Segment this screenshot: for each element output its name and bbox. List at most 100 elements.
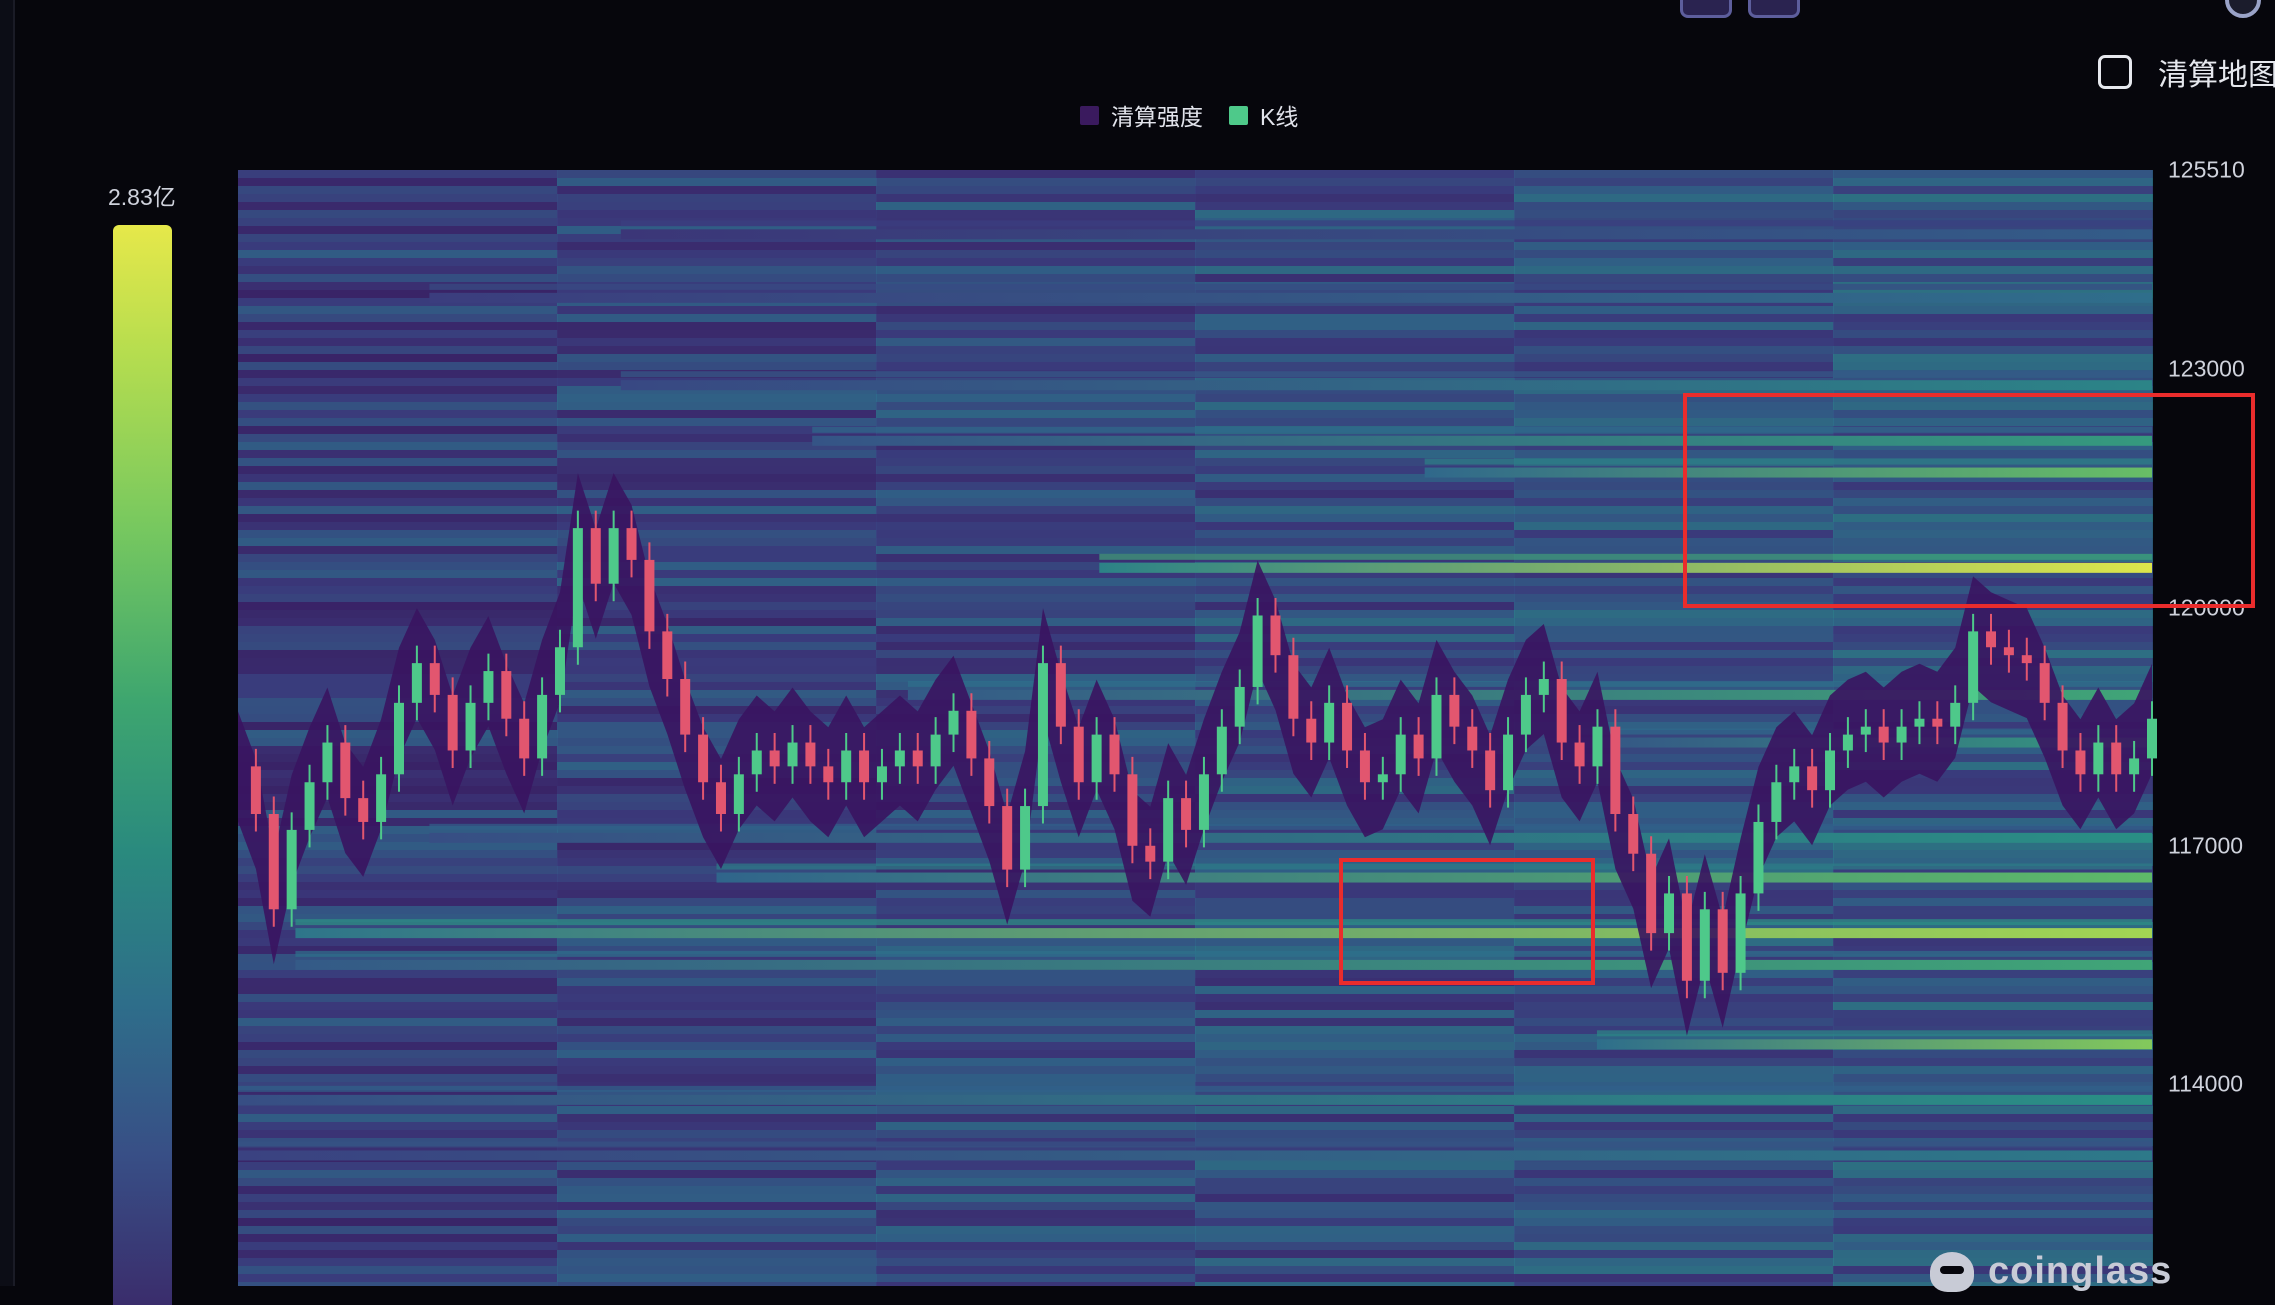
candle-body: [1198, 774, 1209, 830]
heat-cell: [876, 194, 1196, 202]
heat-cell: [238, 170, 558, 178]
heat-cell: [238, 490, 558, 498]
candle-body: [1914, 718, 1925, 727]
heat-cell: [1833, 346, 2153, 354]
heat-cell: [238, 586, 558, 594]
candle-body: [286, 829, 297, 910]
y-tick-label: 117000: [2168, 832, 2244, 859]
heat-cell: [557, 250, 877, 258]
heat-cell: [1514, 1050, 1834, 1058]
heat-cell: [876, 650, 1196, 658]
heat-cell: [557, 410, 877, 418]
candle-body: [1771, 782, 1782, 822]
candle-body: [2021, 655, 2032, 664]
heat-cell: [876, 410, 1196, 418]
heat-cell: [1195, 1074, 1515, 1082]
heat-cell: [557, 610, 877, 618]
heat-cell: [557, 1026, 877, 1034]
heat-cell: [1833, 322, 2153, 330]
heat-cell: [238, 186, 558, 194]
heat-cell: [1514, 842, 1834, 850]
heat-cell: [1195, 490, 1515, 498]
candle-body: [805, 742, 816, 767]
heat-cell: [238, 1226, 558, 1234]
heat-cell: [557, 1282, 877, 1286]
candle-body: [1807, 766, 1818, 791]
heat-cell: [238, 178, 558, 186]
heat-cell: [1514, 1170, 1834, 1178]
heat-cell: [557, 1002, 877, 1010]
heat-cell: [238, 986, 558, 994]
heat-cell: [1195, 498, 1515, 506]
heat-cell: [1195, 274, 1515, 282]
candle-body: [1449, 694, 1460, 727]
heat-cell: [876, 1226, 1196, 1234]
highlight-box: [1683, 393, 2255, 608]
heat-cell: [238, 1106, 558, 1114]
heat-cell: [1195, 338, 1515, 346]
heat-cell: [1195, 1162, 1515, 1170]
heat-cell: [1195, 1042, 1515, 1050]
heat-cell: [1195, 450, 1515, 458]
candle-body: [1610, 726, 1621, 815]
heat-cell: [1195, 506, 1515, 514]
heat-cell: [1833, 978, 2153, 986]
heat-cell: [1514, 610, 1834, 618]
heat-cell: [1833, 1186, 2153, 1194]
heat-cell: [876, 394, 1196, 402]
candle-body: [411, 663, 422, 703]
heat-cell: [1514, 274, 1834, 282]
heat-band: [429, 292, 2152, 303]
heat-cell: [557, 1010, 877, 1018]
candle-body: [590, 528, 601, 584]
heat-cell: [1195, 402, 1515, 410]
candle-body: [429, 663, 440, 695]
heat-cell: [238, 410, 558, 418]
heat-cell: [1195, 1186, 1515, 1194]
heat-cell: [1514, 1274, 1834, 1282]
heat-cell: [1195, 610, 1515, 618]
candle-body: [1628, 814, 1639, 854]
candle-body: [1556, 679, 1567, 743]
heat-cell: [1514, 1194, 1834, 1202]
heat-cell: [557, 210, 877, 218]
heat-cell: [1833, 202, 2153, 210]
candle-body: [912, 750, 923, 767]
candle-body: [1950, 702, 1961, 727]
heat-cell: [1833, 354, 2153, 362]
heat-cell: [238, 594, 558, 602]
heat-cell: [557, 170, 877, 178]
heat-cell: [876, 578, 1196, 586]
heat-cell: [876, 186, 1196, 194]
heat-cell: [557, 466, 877, 474]
heat-cell: [1195, 1194, 1515, 1202]
heat-cell: [1833, 890, 2153, 898]
heat-cell: [557, 306, 877, 314]
heat-cell: [1195, 1218, 1515, 1226]
candle-body: [1109, 734, 1120, 775]
heat-cell: [557, 1074, 877, 1082]
heat-cell: [557, 1234, 877, 1242]
heat-cell: [557, 450, 877, 458]
heat-cell: [876, 626, 1196, 634]
heat-cell: [876, 610, 1196, 618]
heat-cell: [1195, 362, 1515, 370]
heat-cell: [238, 314, 558, 322]
heat-cell: [1195, 482, 1515, 490]
heat-cell: [238, 218, 558, 226]
heat-cell: [238, 1162, 558, 1170]
heat-cell: [557, 1258, 877, 1266]
heat-cell: [557, 186, 877, 194]
heat-cell: [1514, 306, 1834, 314]
candle-body: [304, 782, 315, 830]
heat-cell: [1833, 970, 2153, 978]
heat-cell: [1833, 170, 2153, 178]
candle-body: [501, 671, 512, 719]
heat-cell: [1195, 1202, 1515, 1210]
heat-cell: [238, 1066, 558, 1074]
heat-cell: [238, 1274, 558, 1282]
candle-body: [1252, 615, 1263, 687]
heat-cell: [1833, 1202, 2153, 1210]
heat-cell: [557, 1226, 877, 1234]
heat-cell: [238, 514, 558, 522]
